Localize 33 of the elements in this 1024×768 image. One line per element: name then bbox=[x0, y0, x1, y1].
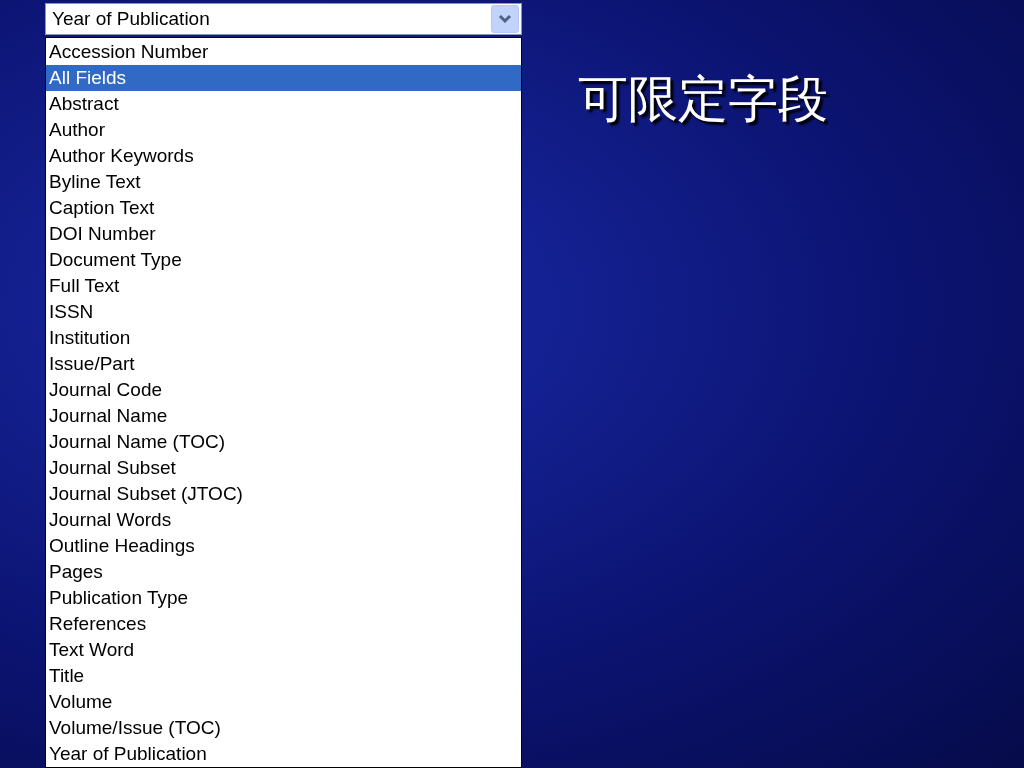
dropdown-option[interactable]: Volume bbox=[46, 689, 521, 715]
dropdown-option[interactable]: Caption Text bbox=[46, 195, 521, 221]
dropdown-option[interactable]: Pages bbox=[46, 559, 521, 585]
dropdown-value: Year of Publication bbox=[52, 6, 210, 31]
chevron-down-icon bbox=[498, 14, 512, 24]
dropdown-button[interactable] bbox=[491, 5, 519, 33]
dropdown-option[interactable]: Journal Words bbox=[46, 507, 521, 533]
dropdown-option[interactable]: Document Type bbox=[46, 247, 521, 273]
dropdown-option[interactable]: Journal Code bbox=[46, 377, 521, 403]
dropdown-option[interactable]: Text Word bbox=[46, 637, 521, 663]
dropdown-option[interactable]: Journal Subset bbox=[46, 455, 521, 481]
dropdown-option[interactable]: Accession Number bbox=[46, 39, 521, 65]
dropdown-option[interactable]: Institution bbox=[46, 325, 521, 351]
dropdown-option[interactable]: Year of Publication bbox=[46, 741, 521, 767]
dropdown-option[interactable]: Title bbox=[46, 663, 521, 689]
dropdown-option[interactable]: Volume/Issue (TOC) bbox=[46, 715, 521, 741]
slide-title: 可限定字段 bbox=[578, 70, 828, 128]
dropdown-option[interactable]: Abstract bbox=[46, 91, 521, 117]
dropdown-option[interactable]: Journal Name (TOC) bbox=[46, 429, 521, 455]
dropdown-option[interactable]: Author Keywords bbox=[46, 143, 521, 169]
dropdown-field[interactable]: Year of Publication bbox=[45, 3, 522, 35]
dropdown-option[interactable]: Byline Text bbox=[46, 169, 521, 195]
dropdown-option[interactable]: DOI Number bbox=[46, 221, 521, 247]
dropdown-option[interactable]: All Fields bbox=[46, 65, 521, 91]
dropdown-option[interactable]: Journal Subset (JTOC) bbox=[46, 481, 521, 507]
dropdown-option[interactable]: References bbox=[46, 611, 521, 637]
dropdown-option[interactable]: Full Text bbox=[46, 273, 521, 299]
dropdown-option[interactable]: Issue/Part bbox=[46, 351, 521, 377]
dropdown-option[interactable]: Author bbox=[46, 117, 521, 143]
dropdown-option[interactable]: Publication Type bbox=[46, 585, 521, 611]
dropdown-option[interactable]: ISSN bbox=[46, 299, 521, 325]
dropdown-option[interactable]: Journal Name bbox=[46, 403, 521, 429]
dropdown-option[interactable]: Outline Headings bbox=[46, 533, 521, 559]
